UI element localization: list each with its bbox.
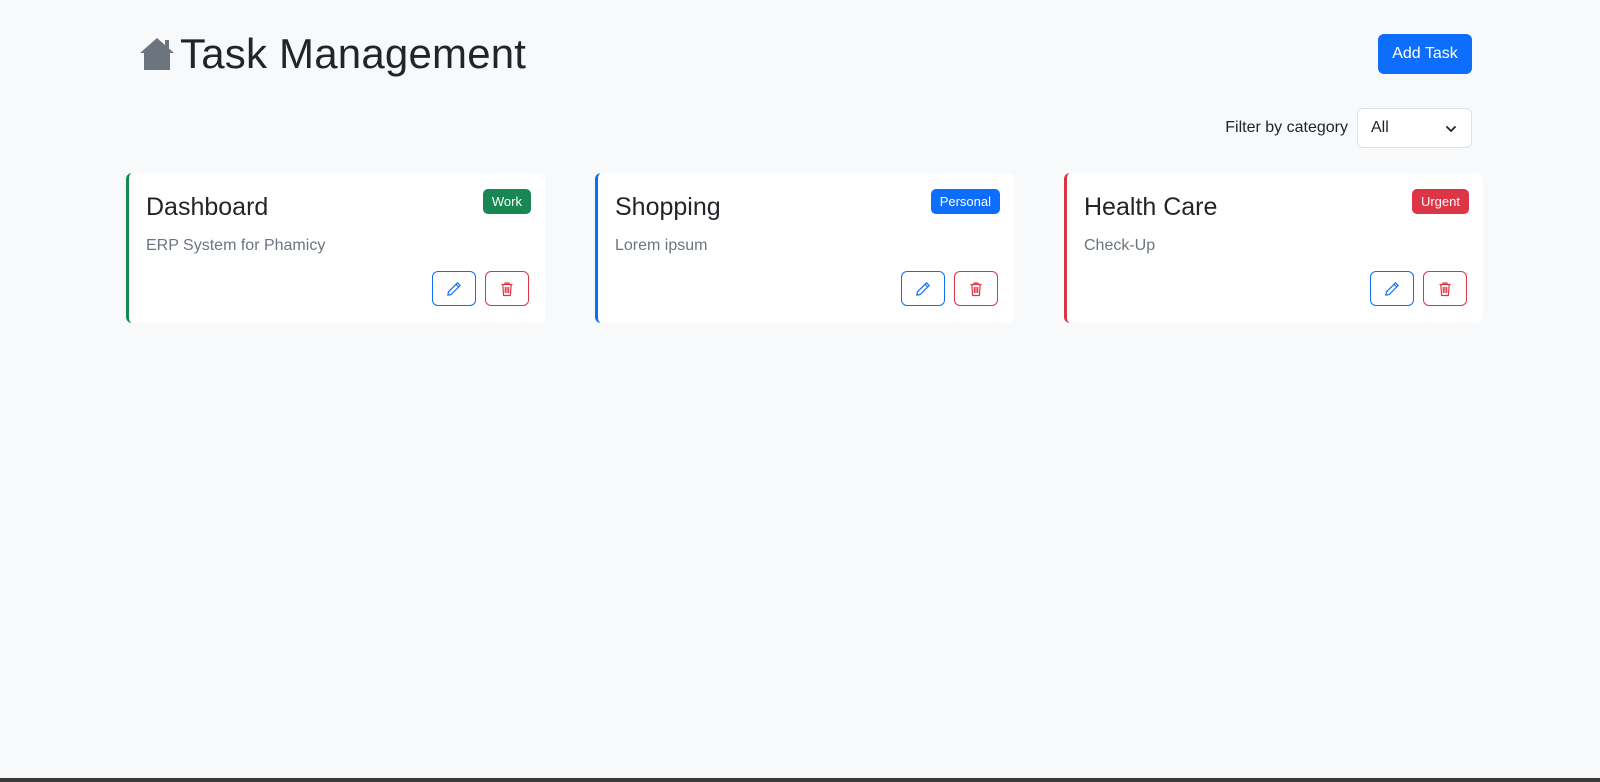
trash-icon: [501, 281, 513, 296]
title-wrap: Task Management: [138, 30, 526, 78]
edit-task-button[interactable]: [432, 271, 476, 306]
task-card: Health Care Check-Up Urgent: [1064, 173, 1483, 323]
page-title: Task Management: [180, 30, 527, 77]
page: Task Management Add Task Filter by categ…: [0, 0, 1600, 782]
trash-icon: [970, 281, 982, 296]
delete-task-button[interactable]: [485, 271, 529, 306]
category-badge: Work: [482, 189, 531, 214]
task-card: Shopping Lorem ipsum Personal: [595, 173, 1014, 323]
task-list: Dashboard ERP System for Phamicy Work Sh…: [126, 173, 1483, 323]
category-badge: Urgent: [1411, 189, 1469, 214]
pencil-icon: [447, 281, 461, 296]
add-task-button[interactable]: Add Task: [1378, 34, 1472, 74]
trash-icon: [1439, 281, 1451, 296]
edit-task-button[interactable]: [901, 271, 945, 306]
delete-task-button[interactable]: [954, 271, 998, 306]
task-card: Dashboard ERP System for Phamicy Work: [126, 173, 545, 323]
task-description: ERP System for Phamicy: [146, 237, 326, 254]
task-title: Health Care: [1084, 193, 1218, 221]
chevron-down-icon: [1445, 122, 1457, 134]
pencil-icon: [1385, 281, 1399, 296]
taskbar-edge: [0, 778, 1600, 782]
home-icon: [138, 35, 176, 73]
header: Task Management Add Task: [138, 28, 1472, 80]
category-select-value: All: [1371, 119, 1389, 136]
task-title: Dashboard: [146, 193, 269, 221]
edit-task-button[interactable]: [1370, 271, 1414, 306]
task-actions: [1370, 271, 1467, 306]
pencil-icon: [916, 281, 930, 296]
category-select[interactable]: All: [1357, 108, 1472, 148]
task-description: Check-Up: [1084, 237, 1156, 254]
task-actions: [432, 271, 529, 306]
filter-label: Filter by category: [1225, 119, 1348, 136]
task-actions: [901, 271, 998, 306]
category-badge: Personal: [930, 189, 1000, 214]
task-description: Lorem ipsum: [615, 237, 708, 254]
filter-row: Filter by category All: [1225, 108, 1472, 148]
delete-task-button[interactable]: [1423, 271, 1467, 306]
